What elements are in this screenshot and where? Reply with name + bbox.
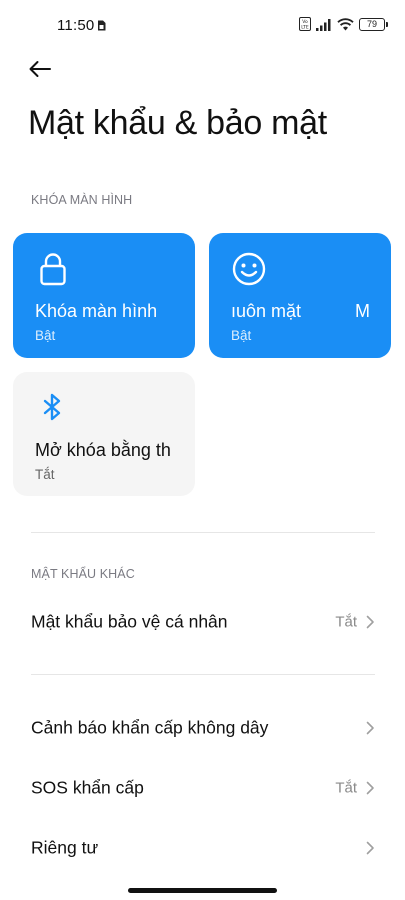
row-label: SOS khẩn cấp — [31, 777, 144, 798]
row-personal-protection-password[interactable]: Mật khẩu bảo vệ cá nhân Tắt — [0, 594, 405, 650]
face-icon — [232, 252, 266, 286]
tile-bluetooth-unlock-title: Mở khóa bằng th — [35, 440, 171, 460]
row-wireless-emergency-alerts[interactable]: Cảnh báo khẩn cấp không dây — [0, 700, 405, 756]
svg-text:Vo: Vo — [302, 19, 308, 25]
status-bar: 11:50 Vo LTE 79 — [0, 0, 405, 50]
volte-icon: Vo LTE — [299, 17, 311, 31]
svg-text:LTE: LTE — [301, 25, 309, 31]
tile-face-unlock[interactable]: ıuôn mặt M Bật — [209, 233, 391, 358]
row-value: Tắt — [335, 613, 357, 631]
wifi-icon — [337, 17, 354, 30]
arrow-left-icon — [29, 61, 51, 77]
section-header-other-passwords: MẬT KHẨU KHÁC — [31, 567, 135, 581]
lock-icon — [40, 253, 66, 286]
signal-icon — [316, 18, 331, 31]
back-button[interactable] — [26, 56, 54, 82]
divider — [31, 674, 375, 675]
row-emergency-sos[interactable]: SOS khẩn cấp Tắt — [0, 760, 405, 816]
tile-bluetooth-unlock-status: Tắt — [35, 467, 55, 482]
tile-screen-lock-title: Khóa màn hình — [35, 301, 158, 321]
page-title: Mật khẩu & bảo mật — [28, 104, 327, 142]
battery-icon: 79 — [359, 17, 388, 31]
chevron-right-icon — [366, 721, 374, 735]
chevron-right-icon — [366, 841, 374, 855]
row-privacy[interactable]: Riêng tư — [0, 820, 405, 876]
status-time: 11:50 — [57, 17, 95, 34]
sim-card-icon — [98, 20, 106, 31]
bluetooth-icon — [43, 393, 61, 421]
section-header-screen-lock: KHÓA MÀN HÌNH — [31, 193, 133, 207]
row-label: Mật khẩu bảo vệ cá nhân — [31, 611, 228, 632]
divider — [31, 532, 375, 533]
row-label: Cảnh báo khẩn cấp không dây — [31, 717, 269, 738]
chevron-right-icon — [366, 781, 374, 795]
chevron-right-icon — [366, 615, 374, 629]
status-icons: Vo LTE 79 — [299, 16, 388, 32]
tile-face-unlock-title-overflow: M — [355, 301, 370, 321]
tile-screen-lock[interactable]: Khóa màn hình Bật — [13, 233, 195, 358]
tile-face-unlock-status: Bật — [231, 328, 252, 343]
row-label: Riêng tư — [31, 837, 99, 858]
tile-face-unlock-title: ıuôn mặt — [231, 301, 302, 321]
tile-bluetooth-unlock[interactable]: Mở khóa bằng th Tắt — [13, 372, 195, 496]
tile-screen-lock-status: Bật — [35, 328, 56, 343]
home-indicator[interactable] — [128, 888, 277, 893]
row-value: Tắt — [335, 779, 357, 797]
